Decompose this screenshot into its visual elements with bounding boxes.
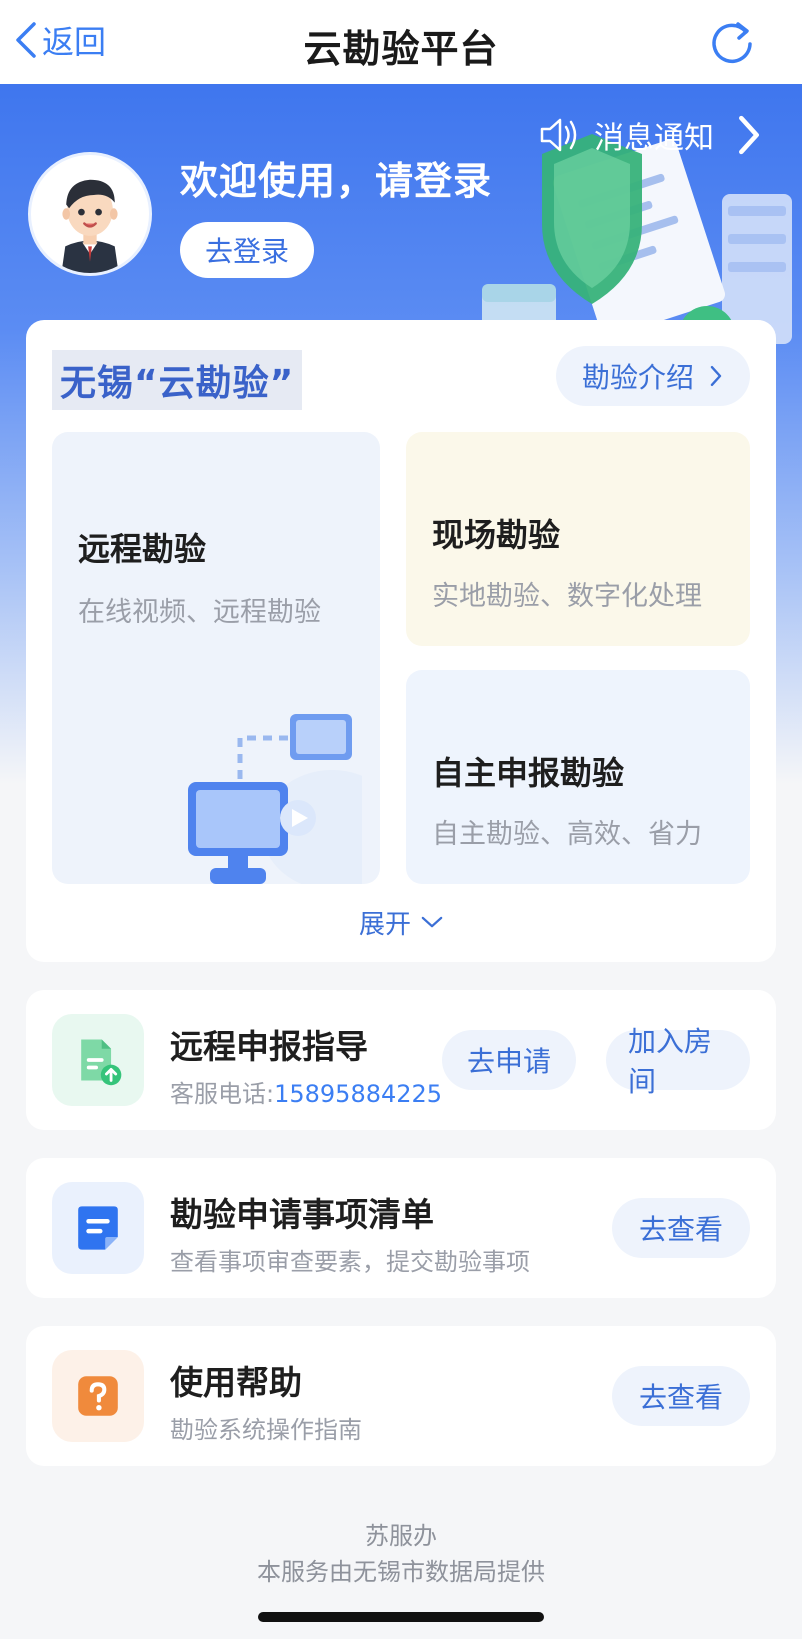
service-icon-wrap	[52, 1182, 144, 1274]
service-help: 使用帮助 勘验系统操作指南 去查看	[26, 1326, 776, 1466]
chevron-down-icon	[421, 916, 443, 928]
phone-label: 客服电话:	[170, 1080, 275, 1108]
service-subtitle: 客服电话:15895884225	[170, 1074, 442, 1109]
tile-subtitle: 实地勘验、数字化处理	[432, 581, 702, 612]
list-document-icon	[78, 1206, 118, 1250]
page-title: 云勘验平台	[303, 27, 499, 71]
question-icon	[78, 1376, 118, 1416]
user-avatar-icon	[61, 179, 119, 273]
login-button[interactable]: 去登录	[180, 222, 314, 278]
brand-title: 无锡“云勘验”	[52, 350, 303, 410]
tile-self-report-survey[interactable]: 自主申报勘验 自主勘验、高效、省力	[406, 670, 750, 884]
tile-subtitle: 在线视频、远程勘验	[78, 597, 321, 628]
refresh-icon	[712, 22, 752, 64]
tile-remote-survey[interactable]: 远程勘验 在线视频、远程勘验	[52, 432, 380, 884]
chevron-right-icon	[739, 115, 759, 155]
tile-title: 现场勘验	[432, 516, 561, 554]
service-icon-wrap	[52, 1350, 144, 1442]
nav-bar: 返回 云勘验平台	[0, 0, 802, 84]
tile-onsite-survey[interactable]: 现场勘验 实地勘验、数字化处理	[406, 432, 750, 646]
expand-label: 展开	[358, 910, 411, 940]
tile-title: 自主申报勘验	[432, 754, 625, 792]
service-title: 远程申报指导	[170, 1027, 368, 1066]
view-button[interactable]: 去查看	[612, 1366, 750, 1426]
refresh-button[interactable]	[706, 16, 758, 68]
welcome-text: 欢迎使用，请登录	[180, 159, 493, 203]
monitor-video-icon	[188, 714, 362, 884]
expand-button[interactable]: 展开	[26, 904, 776, 941]
survey-types-card: 无锡“云勘验” 勘验介绍 远程勘验 在线视频、远程勘验 现场勘验 实地勘验、数字…	[26, 320, 776, 962]
document-upload-icon	[81, 1039, 122, 1086]
service-application-list: 勘验申请事项清单 查看事项审查要素，提交勘验事项 去查看	[26, 1158, 776, 1298]
speaker-icon	[540, 118, 577, 152]
avatar[interactable]	[28, 152, 152, 276]
service-remote-guidance: 远程申报指导 客服电话:15895884225 去申请 加入房间	[26, 990, 776, 1130]
service-title: 使用帮助	[170, 1363, 302, 1402]
view-button[interactable]: 去查看	[612, 1198, 750, 1258]
apply-button[interactable]: 去申请	[442, 1030, 576, 1090]
tile-subtitle: 自主勘验、高效、省力	[432, 819, 702, 850]
notice-label: 消息通知	[594, 121, 714, 156]
chevron-right-icon	[710, 366, 722, 386]
tile-title: 远程勘验	[78, 530, 207, 568]
service-subtitle: 勘验系统操作指南	[170, 1416, 362, 1444]
phone-number-link[interactable]: 15895884225	[274, 1080, 442, 1108]
intro-button[interactable]: 勘验介绍	[555, 346, 750, 406]
home-indicator	[258, 1612, 544, 1622]
notice-link[interactable]: 消息通知	[536, 112, 772, 158]
service-title: 勘验申请事项清单	[170, 1195, 434, 1234]
join-room-button[interactable]: 加入房间	[606, 1025, 750, 1098]
service-icon-wrap	[52, 1014, 144, 1106]
footer-brand: 苏服办	[365, 1522, 437, 1550]
service-subtitle: 查看事项审查要素，提交勘验事项	[170, 1248, 530, 1276]
footer-provider: 本服务由无锡市数据局提供	[257, 1558, 545, 1586]
intro-label: 勘验介绍	[581, 361, 694, 394]
